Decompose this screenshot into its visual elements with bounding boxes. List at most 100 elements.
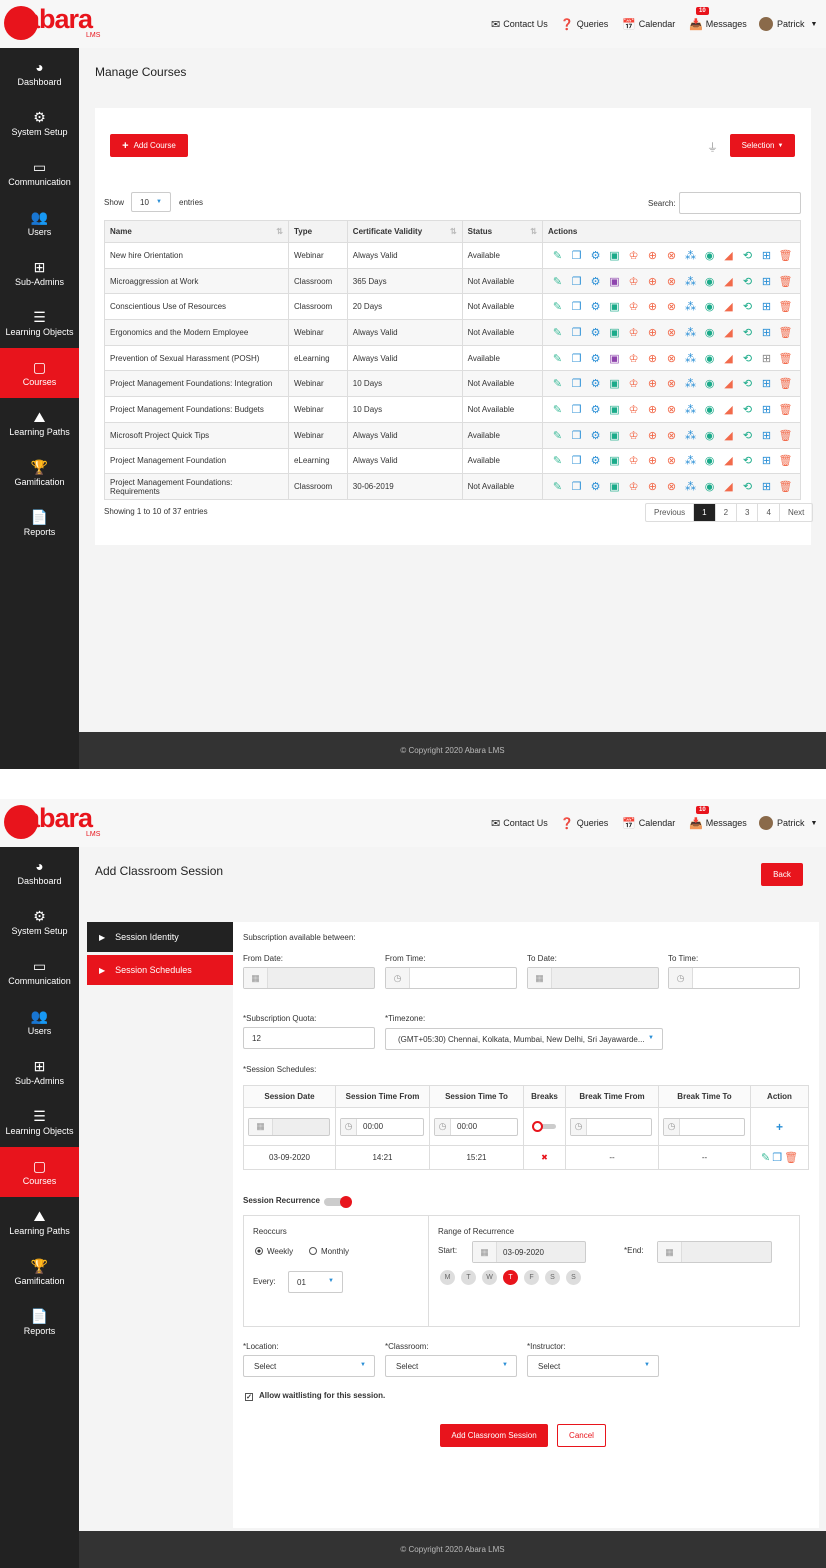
copy-icon[interactable]: ❐ [567,480,586,493]
group-icon[interactable]: ⁂ [681,249,700,262]
history-icon[interactable]: ⟲ [738,429,757,442]
column-header-type[interactable]: Type [287,220,348,243]
sidebar-item-learning-paths[interactable]: ⛰ Learning Paths [0,1197,79,1247]
history-icon[interactable]: ⟲ [738,480,757,493]
group-icon[interactable]: ⁂ [681,454,700,467]
announce-icon[interactable]: ◢ [719,429,738,442]
sidebar-item-reports[interactable]: 📄 Reports [0,1297,79,1347]
copy-icon[interactable]: ❐ [567,300,586,313]
pagination-page-3[interactable]: 3 [737,504,759,521]
group-icon[interactable]: ⁂ [681,275,700,288]
sidebar-item-learning-objects[interactable]: ☰ Learning Objects [0,1097,79,1147]
settings-icon[interactable]: ⚙ [586,403,605,416]
trash-icon[interactable]: 🗑 [776,275,795,288]
session-time-from-input[interactable]: ◷ 00:00 [340,1117,424,1136]
course-preview-icon[interactable]: ▣ [605,300,624,313]
abara-logo[interactable]: abara LMS [4,4,104,44]
contact-us-link[interactable]: ✉ Contact Us [491,0,548,48]
add-user-icon[interactable]: ⊕ [643,454,662,467]
calendar-link[interactable]: 📅 Calendar [622,0,675,48]
eye-icon[interactable]: ◉ [700,454,719,467]
edit-icon[interactable]: ✎ [761,1152,770,1164]
history-icon[interactable]: ⟲ [738,403,757,416]
group-icon[interactable]: ⁂ [681,326,700,339]
add-user-icon[interactable]: ⊕ [643,352,662,365]
pagination-next[interactable]: Next [780,504,812,521]
start-date-input[interactable]: ▦ 03-09-2020 [472,1241,586,1263]
pagination-page-1[interactable]: 1 [694,504,716,521]
filter-icon[interactable]: ⏚ [707,139,718,155]
day-friday[interactable]: F [524,1270,539,1285]
sidebar-item-courses[interactable]: ▢ Courses [0,1147,79,1197]
from-time-input[interactable]: ◷ [385,967,517,989]
settings-icon[interactable]: ⚙ [586,377,605,390]
edit-icon[interactable]: ✎ [548,377,567,390]
monthly-radio[interactable]: Monthly [309,1247,349,1256]
eye-icon[interactable]: ◉ [700,249,719,262]
copy-icon[interactable]: ❐ [567,249,586,262]
trash-icon[interactable]: 🗑 [776,300,795,313]
instructor-icon[interactable]: ♔ [624,480,643,493]
add-schedule-icon[interactable]: + [776,1120,783,1134]
group-icon[interactable]: ⁂ [681,429,700,442]
edit-icon[interactable]: ✎ [548,480,567,493]
copy-icon[interactable]: ❐ [567,403,586,416]
edit-icon[interactable]: ✎ [548,352,567,365]
remove-user-icon[interactable]: ⊗ [662,403,681,416]
remove-user-icon[interactable]: ⊗ [662,429,681,442]
trash-icon[interactable]: 🗑 [776,352,795,365]
instructor-icon[interactable]: ♔ [624,429,643,442]
hierarchy-icon[interactable]: ⊞ [757,480,776,493]
edit-icon[interactable]: ✎ [548,326,567,339]
eye-icon[interactable]: ◉ [700,429,719,442]
instructor-icon[interactable]: ♔ [624,454,643,467]
selection-button[interactable]: Selection ▼ [730,134,795,157]
sidebar-item-gamification[interactable]: 🏆 Gamification [0,448,79,498]
edit-icon[interactable]: ✎ [548,249,567,262]
instructor-icon[interactable]: ♔ [624,352,643,365]
add-user-icon[interactable]: ⊕ [643,249,662,262]
day-monday[interactable]: M [440,1270,455,1285]
settings-icon[interactable]: ⚙ [586,429,605,442]
instructor-icon[interactable]: ♔ [624,249,643,262]
sidebar-item-system-setup[interactable]: ⚙ System Setup [0,98,79,148]
add-classroom-session-button[interactable]: Add Classroom Session [440,1424,548,1447]
copy-icon[interactable]: ❐ [567,429,586,442]
day-saturday[interactable]: S [545,1270,560,1285]
announce-icon[interactable]: ◢ [719,352,738,365]
trash-icon[interactable]: 🗑 [776,480,795,493]
instructor-icon[interactable]: ♔ [624,275,643,288]
weekly-radio[interactable]: Weekly [255,1247,293,1256]
hierarchy-icon[interactable]: ⊞ [757,429,776,442]
history-icon[interactable]: ⟲ [738,275,757,288]
course-preview-icon[interactable]: ▣ [605,403,624,416]
instructor-icon[interactable]: ♔ [624,326,643,339]
eye-icon[interactable]: ◉ [700,326,719,339]
day-thursday[interactable]: T [503,1270,518,1285]
column-header-name[interactable]: Name ⇅ [104,220,289,243]
sidebar-item-communication[interactable]: ▭ Communication [0,947,79,997]
settings-icon[interactable]: ⚙ [586,249,605,262]
eye-icon[interactable]: ◉ [700,275,719,288]
instructor-icon[interactable]: ♔ [624,300,643,313]
hierarchy-icon[interactable]: ⊞ [757,326,776,339]
course-preview-icon[interactable]: ▣ [605,249,624,262]
hierarchy-icon[interactable]: ⊞ [757,352,776,365]
add-user-icon[interactable]: ⊕ [643,480,662,493]
announce-icon[interactable]: ◢ [719,249,738,262]
trash-icon[interactable]: 🗑 [776,429,795,442]
add-user-icon[interactable]: ⊕ [643,429,662,442]
group-icon[interactable]: ⁂ [681,377,700,390]
sidebar-item-learning-paths[interactable]: ⛰ Learning Paths [0,398,79,448]
settings-icon[interactable]: ⚙ [586,300,605,313]
contact-us-link[interactable]: ✉ Contact Us [491,799,548,847]
trash-icon[interactable]: 🗑 [784,1152,798,1164]
breaks-toggle[interactable] [532,1120,558,1132]
copy-icon[interactable]: ❐ [772,1152,782,1164]
edit-icon[interactable]: ✎ [548,300,567,313]
location-select[interactable]: Select [243,1355,375,1377]
tab-session-schedules[interactable]: ▶ Session Schedules [87,955,233,985]
trash-icon[interactable]: 🗑 [776,249,795,262]
trash-icon[interactable]: 🗑 [776,403,795,416]
session-time-to-input[interactable]: ◷ 00:00 [434,1117,518,1136]
